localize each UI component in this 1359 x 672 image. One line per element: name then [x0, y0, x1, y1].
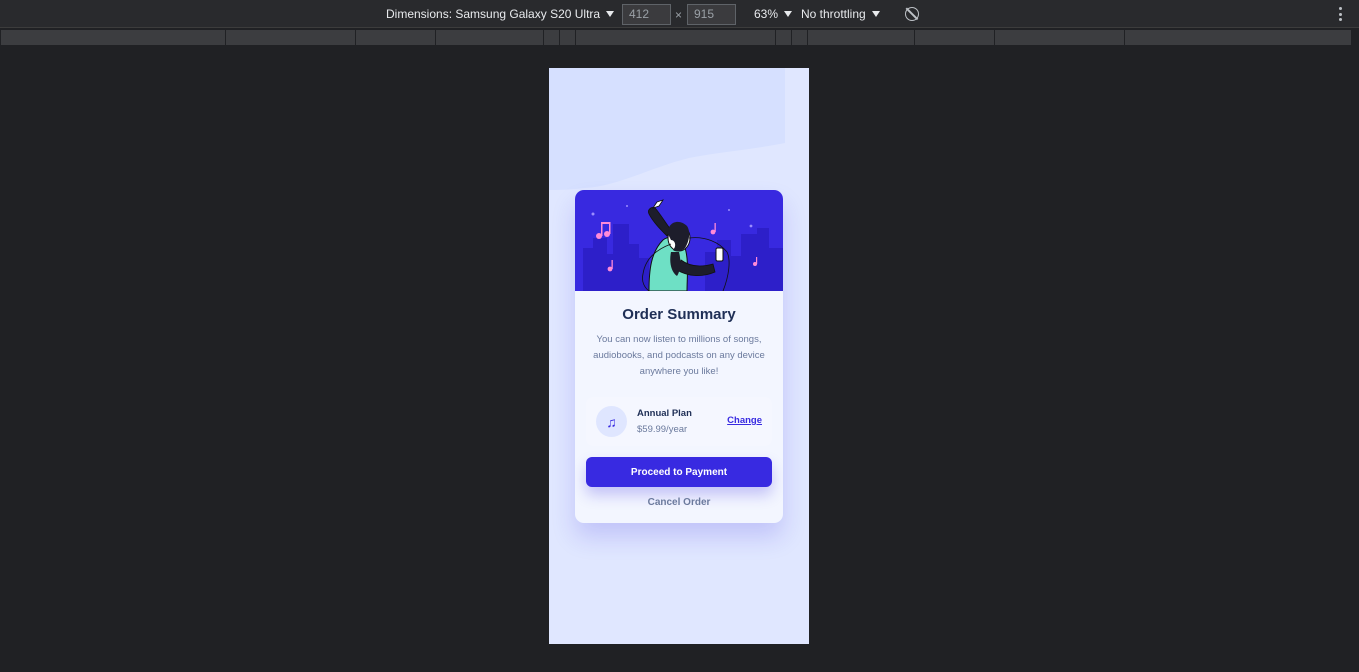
media-query-segment[interactable] [776, 30, 791, 45]
media-query-segment[interactable] [808, 30, 914, 45]
change-plan-link[interactable]: Change [727, 415, 762, 426]
media-query-segment[interactable] [356, 30, 435, 45]
media-query-bar [0, 29, 1359, 46]
order-summary-card: Order Summary You can now listen to mill… [575, 190, 783, 523]
media-query-segment[interactable] [560, 30, 575, 45]
device-dropdown-label: Dimensions: Samsung Galaxy S20 Ultra [386, 7, 601, 21]
throttling-dropdown[interactable]: No throttling [801, 0, 880, 28]
media-query-segment[interactable] [1125, 30, 1351, 45]
media-query-segment[interactable] [436, 30, 543, 45]
width-input[interactable]: 412 [622, 4, 671, 25]
music-note-icon: ♫ [596, 406, 627, 437]
background-wave [549, 68, 785, 190]
cancel-order-button[interactable]: Cancel Order [575, 497, 783, 508]
media-query-segment[interactable] [915, 30, 994, 45]
media-query-segment[interactable] [792, 30, 807, 45]
caret-down-icon [784, 11, 793, 17]
proceed-to-payment-button[interactable]: Proceed to Payment [586, 457, 772, 487]
plan-summary: ♫ Annual Plan $59.99/year Change [586, 397, 772, 446]
media-query-segment[interactable] [995, 30, 1124, 45]
caret-down-icon [871, 11, 880, 17]
page-title: Order Summary [622, 306, 736, 323]
plan-name: Annual Plan [637, 408, 692, 419]
media-query-segment[interactable] [576, 30, 775, 45]
zoom-dropdown[interactable]: 63% [754, 0, 793, 28]
kebab-icon[interactable] [1336, 7, 1344, 21]
devtools-device-toolbar: Dimensions: Samsung Galaxy S20 Ultra 412… [0, 0, 1359, 28]
height-input[interactable]: 915 [687, 4, 736, 25]
media-query-segment[interactable] [226, 30, 355, 45]
media-query-segment[interactable] [1, 30, 225, 45]
hero-illustration [575, 190, 783, 291]
times-sign: × [675, 8, 683, 22]
order-description: You can now listen to millions of songs,… [593, 334, 765, 377]
zoom-label: 63% [754, 7, 779, 21]
device-viewport: Order Summary You can now listen to mill… [549, 68, 809, 644]
throttling-label: No throttling [801, 7, 866, 21]
rotate-icon[interactable] [905, 7, 919, 21]
media-query-segment[interactable] [544, 30, 559, 45]
plan-price: $59.99/year [637, 424, 688, 435]
caret-down-icon [606, 11, 615, 17]
device-dropdown[interactable]: Dimensions: Samsung Galaxy S20 Ultra [386, 0, 615, 28]
